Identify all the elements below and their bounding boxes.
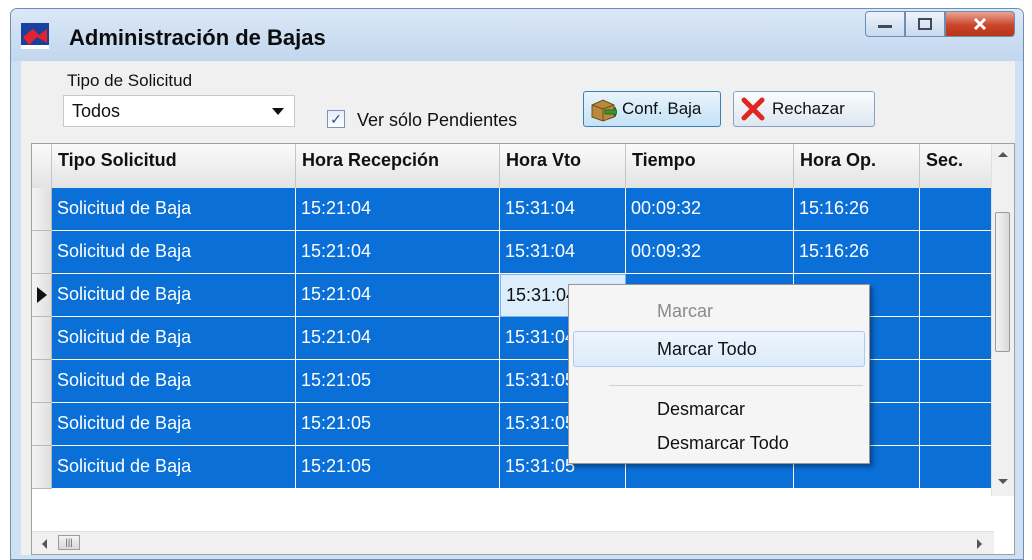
- table-cell[interactable]: 15:21:04: [296, 317, 500, 360]
- table-cell[interactable]: Solicitud de Baja: [52, 231, 296, 274]
- menu-separator: [609, 385, 863, 386]
- scroll-right-icon[interactable]: [976, 538, 984, 550]
- grid-corner: [32, 144, 52, 188]
- table-cell[interactable]: Solicitud de Baja: [52, 317, 296, 360]
- maximize-button[interactable]: [905, 11, 945, 37]
- table-cell[interactable]: Solicitud de Baja: [52, 403, 296, 446]
- conf-baja-label: Conf. Baja: [622, 99, 702, 118]
- row-header[interactable]: [32, 446, 52, 489]
- window-title: Administración de Bajas: [69, 25, 326, 50]
- tipo-solicitud-label: Tipo de Solicitud: [67, 71, 193, 90]
- table-cell[interactable]: 00:09:32: [626, 188, 794, 231]
- close-button[interactable]: [945, 11, 1015, 37]
- package-icon: [591, 99, 617, 122]
- app-logo-icon: [21, 23, 49, 49]
- menu-item-marcar-todo[interactable]: Marcar Todo: [573, 331, 865, 367]
- row-header[interactable]: [32, 188, 52, 231]
- dropdown-arrow-icon: [272, 108, 284, 115]
- title-bar[interactable]: Administración de Bajas: [11, 9, 1023, 61]
- close-icon: [973, 17, 987, 31]
- row-header[interactable]: [32, 317, 52, 360]
- table-cell[interactable]: 15:21:05: [296, 360, 500, 403]
- tipo-solicitud-dropdown[interactable]: Todos: [63, 95, 295, 127]
- col-header-hora-vto[interactable]: Hora Vto: [500, 144, 626, 188]
- maximize-icon: [918, 18, 932, 30]
- rechazar-button[interactable]: Rechazar: [733, 91, 875, 127]
- col-header-tiempo[interactable]: Tiempo: [626, 144, 794, 188]
- rechazar-label: Rechazar: [772, 99, 845, 118]
- scroll-down-icon[interactable]: [997, 478, 1009, 486]
- scroll-left-icon[interactable]: [40, 538, 48, 550]
- minimize-button[interactable]: [865, 11, 905, 37]
- menu-item-marcar[interactable]: Marcar: [573, 293, 865, 329]
- current-row-arrow-icon: [37, 287, 47, 303]
- row-header[interactable]: [32, 360, 52, 403]
- table-cell[interactable]: [920, 274, 994, 317]
- row-header[interactable]: [32, 231, 52, 274]
- table-cell[interactable]: 15:31:04: [500, 231, 626, 274]
- minimize-icon: [878, 25, 892, 28]
- grid-header: Tipo Solicitud Hora Recepción Hora Vto T…: [32, 144, 994, 189]
- row-header[interactable]: [32, 403, 52, 446]
- table-cell[interactable]: 15:16:26: [794, 231, 920, 274]
- table-row[interactable]: Solicitud de Baja15:21:0415:31:0400:09:3…: [52, 231, 1006, 274]
- menu-item-desmarcar-todo[interactable]: Desmarcar Todo: [573, 425, 865, 461]
- table-cell[interactable]: [920, 188, 994, 231]
- menu-item-desmarcar[interactable]: Desmarcar: [573, 391, 865, 427]
- table-cell[interactable]: [920, 446, 994, 489]
- red-x-icon: [741, 97, 765, 121]
- table-cell[interactable]: Solicitud de Baja: [52, 360, 296, 403]
- table-cell[interactable]: 15:21:05: [296, 446, 500, 489]
- col-header-hora-op[interactable]: Hora Op.: [794, 144, 920, 188]
- table-cell[interactable]: Solicitud de Baja: [52, 188, 296, 231]
- table-cell[interactable]: 15:21:04: [296, 274, 500, 317]
- conf-baja-button[interactable]: Conf. Baja: [583, 91, 721, 127]
- scroll-up-icon[interactable]: [997, 150, 1009, 158]
- pendientes-checkbox[interactable]: ✓: [327, 110, 345, 128]
- table-cell[interactable]: [920, 360, 994, 403]
- table-cell[interactable]: Solicitud de Baja: [52, 446, 296, 489]
- horizontal-scrollbar[interactable]: |||: [32, 531, 994, 554]
- table-cell[interactable]: [920, 403, 994, 446]
- col-header-hora-recepcion[interactable]: Hora Recepción: [296, 144, 500, 188]
- table-cell[interactable]: [920, 231, 994, 274]
- pendientes-label: Ver sólo Pendientes: [357, 110, 518, 130]
- table-cell[interactable]: Solicitud de Baja: [52, 274, 296, 317]
- table-cell[interactable]: 15:21:05: [296, 403, 500, 446]
- table-cell[interactable]: 15:16:26: [794, 188, 920, 231]
- col-header-tipo[interactable]: Tipo Solicitud: [52, 144, 296, 188]
- vertical-scrollbar[interactable]: [991, 144, 1014, 496]
- vertical-scroll-thumb[interactable]: [995, 212, 1010, 352]
- tipo-solicitud-value: Todos: [72, 101, 121, 121]
- table-cell[interactable]: 00:09:32: [626, 231, 794, 274]
- table-row[interactable]: Solicitud de Baja15:21:0415:31:0400:09:3…: [52, 188, 1006, 231]
- table-cell[interactable]: 15:21:04: [296, 231, 500, 274]
- col-header-sec[interactable]: Sec.: [920, 144, 994, 188]
- table-cell[interactable]: [920, 317, 994, 360]
- table-cell[interactable]: 15:21:04: [296, 188, 500, 231]
- table-cell[interactable]: 15:31:04: [500, 188, 626, 231]
- horizontal-scroll-thumb[interactable]: |||: [58, 535, 80, 550]
- row-header[interactable]: [32, 274, 52, 317]
- app-window: Administración de Bajas Tipo de Solicitu…: [10, 8, 1024, 560]
- context-menu: Marcar Marcar Todo Desmarcar Desmarcar T…: [568, 284, 870, 464]
